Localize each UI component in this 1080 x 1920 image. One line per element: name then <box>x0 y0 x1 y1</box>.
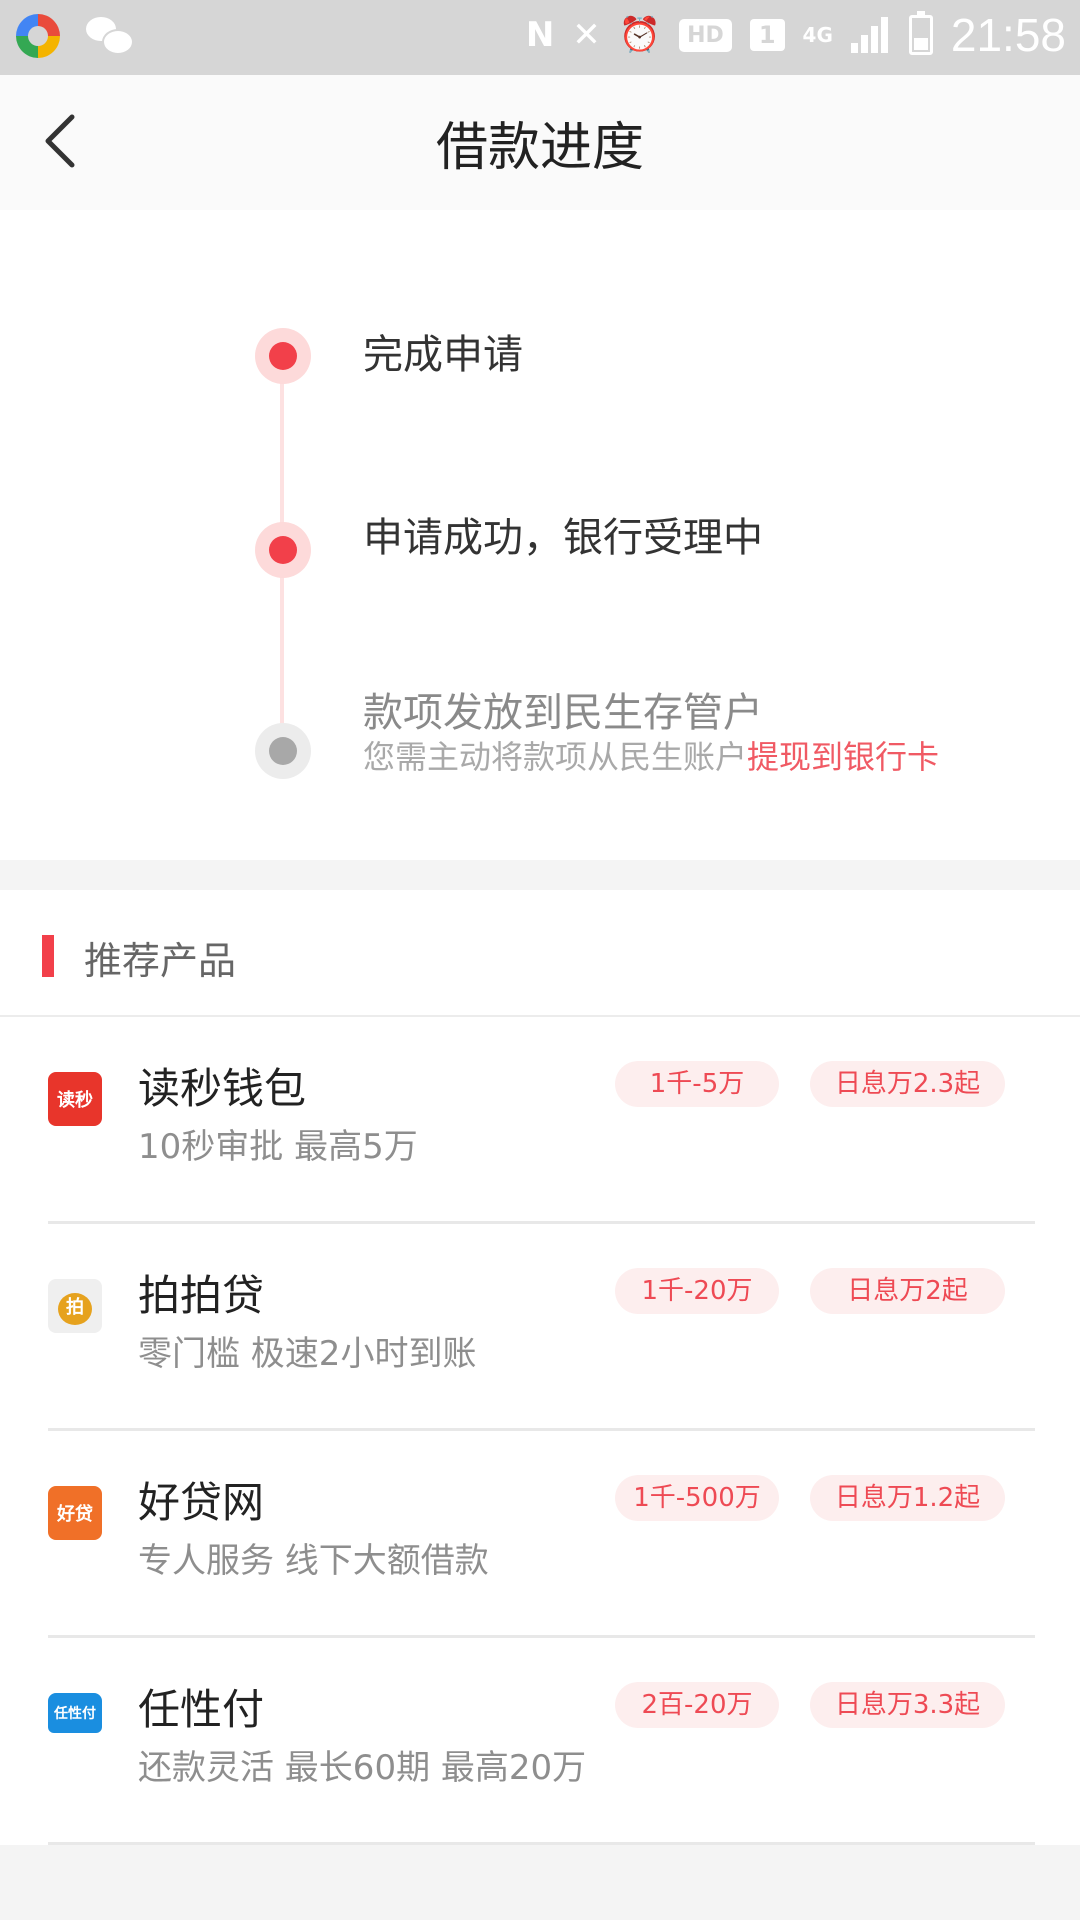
wechat-icon <box>86 17 134 55</box>
interest-rate-tag: 日息万1.2起 <box>810 1475 1005 1521</box>
hd-icon: HD <box>679 18 732 52</box>
network-type-icon: 4G <box>802 23 833 47</box>
product-item[interactable]: 读秒 读秒钱包 10秒审批 最高5万 1千-5万 日息万2.3起 <box>0 1017 1080 1224</box>
product-item[interactable]: 任性付 任性付 还款灵活 最长60期 最高20万 2百-20万 日息万3.3起 <box>0 1638 1080 1845</box>
battery-icon <box>908 11 933 55</box>
sim-icon: 1 <box>749 19 785 51</box>
section-accent-bar <box>42 935 54 977</box>
product-item[interactable]: 拍 拍拍贷 零门槛 极速2小时到账 1千-20万 日息万2起 <box>0 1224 1080 1431</box>
section-header: 推荐产品 <box>0 890 1080 1017</box>
nav-header: 借款进度 <box>0 75 1080 210</box>
amount-range-tag: 2百-20万 <box>615 1682 779 1728</box>
product-desc: 零门槛 极速2小时到账 <box>138 1334 477 1374</box>
recommended-products: 推荐产品 读秒 读秒钱包 10秒审批 最高5万 1千-5万 日息万2.3起 拍 … <box>0 890 1080 1845</box>
status-bar: N ✕ ⏰ HD 1 4G 21:58 <box>0 0 1080 75</box>
interest-rate-tag: 日息万2.3起 <box>810 1061 1005 1107</box>
withdraw-to-bank-link[interactable]: 提现到银行卡 <box>747 738 939 776</box>
amount-range-tag: 1千-20万 <box>615 1268 779 1314</box>
step-subtitle: 您需主动将款项从民生账户提现到银行卡 <box>363 732 939 778</box>
product-item[interactable]: 好贷 好贷网 专人服务 线下大额借款 1千-500万 日息万1.2起 <box>0 1431 1080 1638</box>
step-subtitle-text: 您需主动将款项从民生账户 <box>363 738 748 776</box>
amount-range-tag: 1千-500万 <box>615 1475 779 1521</box>
product-name: 拍拍贷 <box>138 1271 265 1320</box>
nfc-icon: N <box>525 15 555 55</box>
step-done-marker <box>255 522 311 578</box>
clock: 21:58 <box>950 9 1066 61</box>
app-notification-icon <box>16 14 60 58</box>
step-pending-marker <box>255 723 311 779</box>
product-desc: 专人服务 线下大额借款 <box>138 1541 489 1581</box>
haodai-logo-icon: 好贷 <box>48 1486 102 1540</box>
dumiao-logo-icon: 读秒 <box>48 1072 102 1126</box>
amount-range-tag: 1千-5万 <box>615 1061 779 1107</box>
product-desc: 10秒审批 最高5万 <box>138 1127 418 1167</box>
product-name: 好贷网 <box>138 1478 265 1527</box>
alarm-icon: ⏰ <box>618 15 662 55</box>
product-name: 读秒钱包 <box>138 1064 307 1113</box>
product-name: 任性付 <box>138 1685 265 1734</box>
signal-icon <box>850 17 891 53</box>
product-desc: 还款灵活 最长60期 最高20万 <box>138 1748 587 1788</box>
renxingfu-logo-icon: 任性付 <box>48 1693 102 1747</box>
step-title: 款项发放到民生存管户 <box>363 690 763 736</box>
interest-rate-tag: 日息万2起 <box>810 1268 1005 1314</box>
interest-rate-tag: 日息万3.3起 <box>810 1682 1005 1728</box>
step-title: 完成申请 <box>363 332 523 378</box>
mute-icon: ✕ <box>572 15 601 55</box>
page-title: 借款进度 <box>435 118 644 178</box>
divider <box>48 1842 1035 1845</box>
step-title: 申请成功，银行受理中 <box>363 515 763 561</box>
section-title: 推荐产品 <box>84 939 237 983</box>
loan-progress-timeline: 完成申请 申请成功，银行受理中 款项发放到民生存管户 您需主动将款项从民生账户提… <box>0 210 1080 860</box>
step-done-marker <box>255 328 311 384</box>
ppdai-logo-icon: 拍 <box>48 1279 102 1333</box>
